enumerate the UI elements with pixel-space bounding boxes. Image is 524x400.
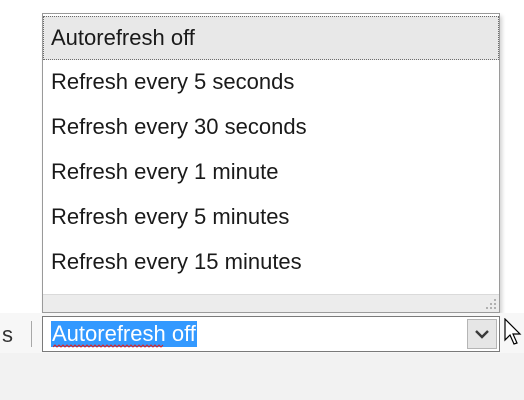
toolbar-partial-label: s <box>2 322 13 347</box>
toolbar-row: s Autorefresh off <box>0 313 524 353</box>
toolbar-separator <box>31 321 32 347</box>
dropdown-footer <box>43 294 499 312</box>
mouse-pointer-icon <box>504 318 522 345</box>
screen: Autorefresh off Refresh every 5 seconds … <box>0 0 524 400</box>
dropdown-item-refresh-1-minute[interactable]: Refresh every 1 minute <box>43 150 499 194</box>
dropdown-item-refresh-15-minutes[interactable]: Refresh every 15 minutes <box>43 240 499 284</box>
dropdown-item-autorefresh-off[interactable]: Autorefresh off <box>43 16 499 60</box>
refresh-options-dropdown: Autorefresh off Refresh every 5 seconds … <box>42 13 500 313</box>
dropdown-item-refresh-5-minutes[interactable]: Refresh every 5 minutes <box>43 195 499 239</box>
lower-panel <box>0 353 524 400</box>
chevron-down-icon <box>475 330 489 339</box>
autorefresh-combo-box[interactable]: Autorefresh off <box>42 316 500 352</box>
dropdown-item-refresh-30-seconds[interactable]: Refresh every 30 seconds <box>43 105 499 149</box>
combo-dropdown-button[interactable] <box>467 319 497 349</box>
dropdown-item-refresh-5-seconds[interactable]: Refresh every 5 seconds <box>43 60 499 104</box>
spellcheck-underline <box>53 344 164 348</box>
resize-grip-icon[interactable] <box>485 298 497 310</box>
